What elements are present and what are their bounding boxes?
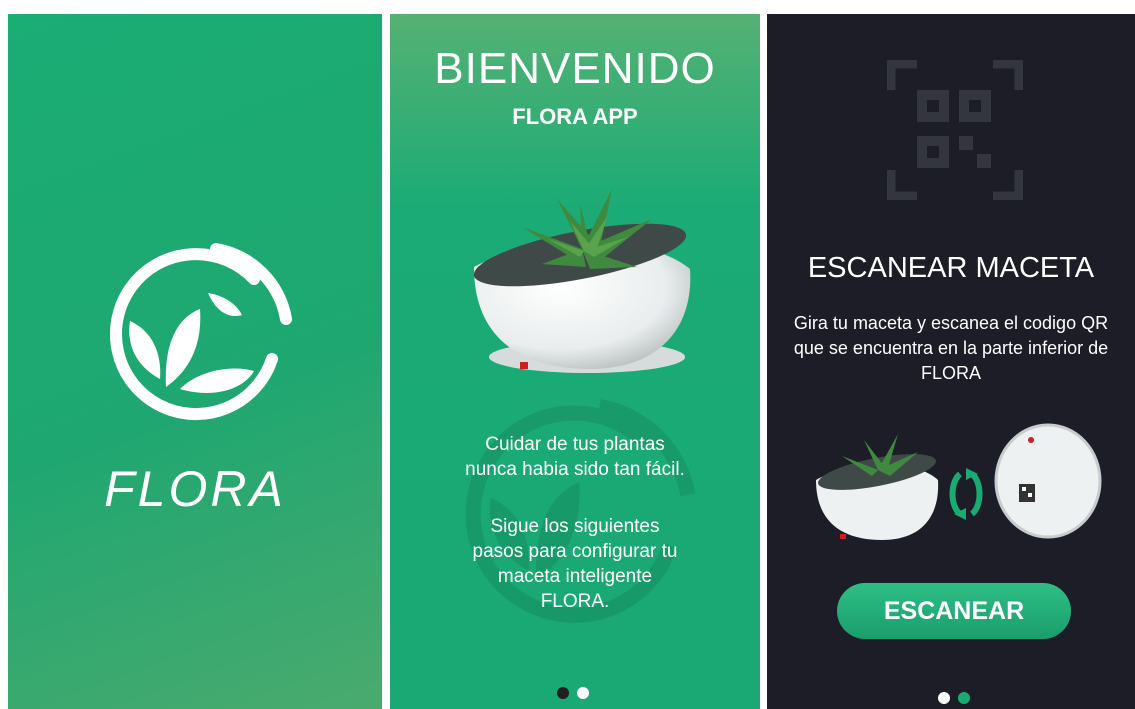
smart-pot-image: [473, 189, 691, 373]
page-dot[interactable]: [938, 692, 950, 704]
scan-button[interactable]: ESCANEAR: [837, 583, 1071, 639]
page-indicator: [557, 687, 589, 699]
pot-top-image: [816, 434, 939, 540]
scan-description: Gira tu maceta y escanea el codigo QR qu…: [793, 313, 1109, 383]
rotate-icon: [949, 468, 983, 520]
splash-screen: FLORA: [8, 14, 382, 709]
welcome-screen: BIENVENIDO FLORA APP Cuidar de tus plant…: [390, 14, 760, 709]
scan-screen: ESCANEAR MACETA Gira tu maceta y escanea…: [767, 14, 1135, 709]
welcome-text-2: Sigue los siguientes pasos para configur…: [472, 516, 678, 612]
leaf-logo-icon: [110, 243, 292, 420]
welcome-text-1: Cuidar de tus plantas nunca habia sido t…: [465, 434, 685, 480]
scan-title: ESCANEAR MACETA: [807, 252, 1095, 284]
page-dot-active[interactable]: [557, 687, 569, 699]
app-name: FLORA: [104, 461, 286, 517]
page-indicator: [938, 692, 970, 704]
pot-bottom-image: [994, 423, 1102, 539]
welcome-subtitle: FLORA APP: [512, 104, 638, 129]
page-dot[interactable]: [577, 687, 589, 699]
qr-scan-icon: [887, 60, 1023, 200]
welcome-title: BIENVENIDO: [434, 44, 716, 93]
page-dot-active[interactable]: [958, 692, 970, 704]
